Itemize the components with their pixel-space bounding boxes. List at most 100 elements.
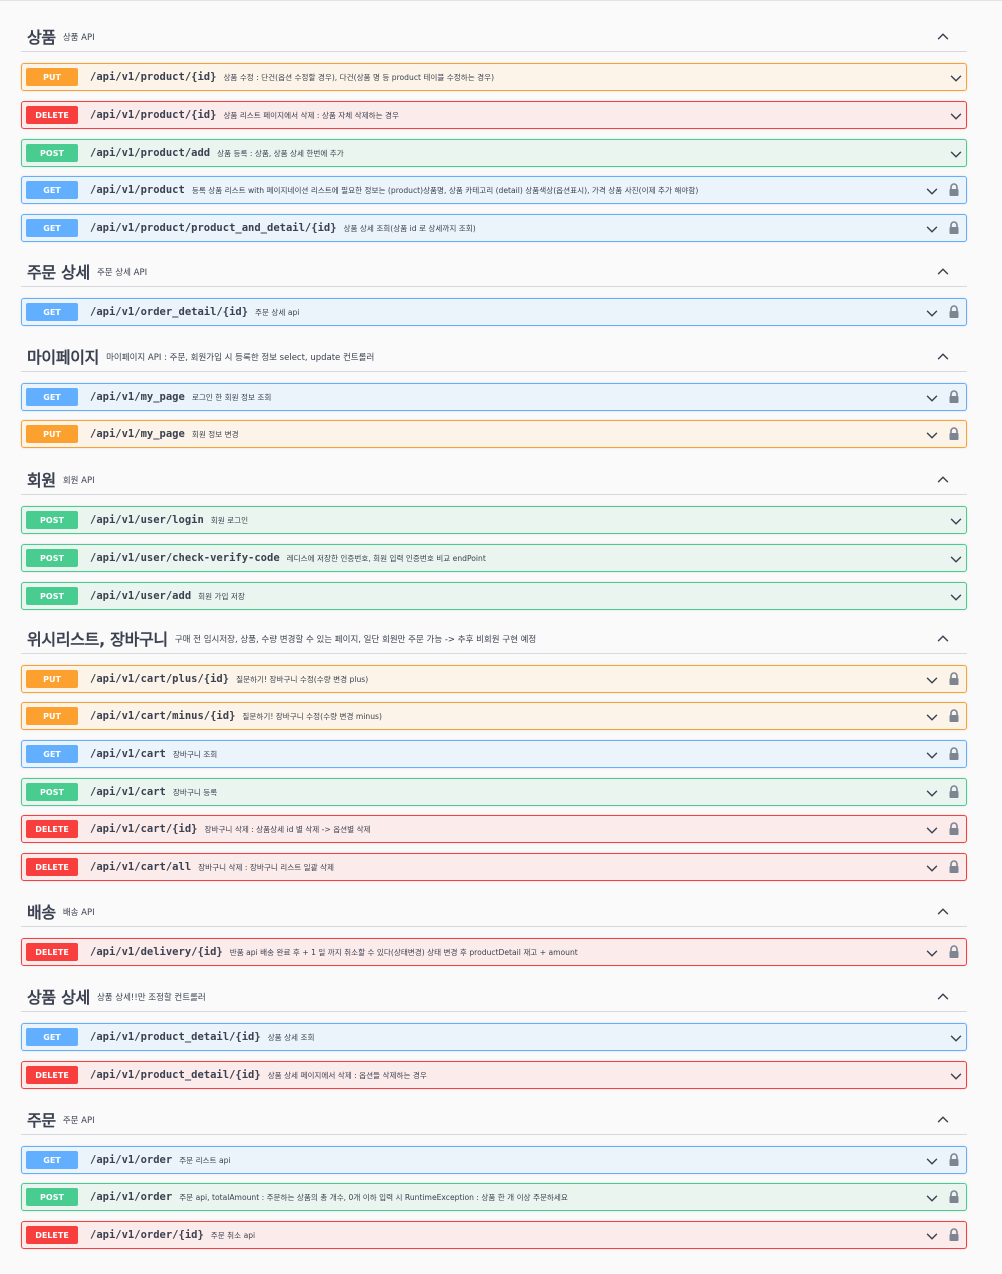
tag-header[interactable]: 상품 상세 상품 상세!!만 조정할 컨트롤러 xyxy=(21,981,967,1012)
operation-post-row[interactable]: POST/api/v1/cart 장바구니 등록 xyxy=(21,778,967,806)
operation-summary: 질문하기! 장바구니 수정(수량 변경 plus) xyxy=(236,674,369,684)
chevron-down-icon[interactable] xyxy=(949,1068,963,1082)
chevron-down-icon[interactable] xyxy=(925,427,939,441)
tag-title: 주문 xyxy=(27,1111,56,1130)
operation-put-row[interactable]: PUT/api/v1/product/{id} 상품 수정 : 단건(옵션 수정할… xyxy=(21,63,967,91)
tag-header[interactable]: 주문 상세 주문 상세 API xyxy=(21,256,967,287)
method-badge-post: POST xyxy=(26,1188,78,1206)
operation-get-row[interactable]: GET/api/v1/product/product_and_detail/{i… xyxy=(21,214,967,242)
lock-icon[interactable] xyxy=(948,746,960,760)
lock-icon[interactable] xyxy=(948,182,960,196)
operation-path: /api/v1/delivery/{id} xyxy=(90,946,223,958)
operation-path: /api/v1/cart/all xyxy=(90,861,192,873)
operation-get-row[interactable]: GET/api/v1/product_detail/{id} 상품 상세 조회 xyxy=(21,1023,967,1051)
tag-header[interactable]: 배송 배송 API xyxy=(21,896,967,927)
lock-icon[interactable] xyxy=(948,304,960,318)
chevron-down-icon[interactable] xyxy=(949,1030,963,1044)
chevron-down-icon[interactable] xyxy=(925,672,939,686)
lock-icon[interactable] xyxy=(948,220,960,234)
operation-path: /api/v1/order xyxy=(90,1191,173,1203)
method-badge-post: POST xyxy=(26,587,78,605)
chevron-down-icon[interactable] xyxy=(925,860,939,874)
chevron-up-icon[interactable] xyxy=(936,631,950,645)
chevron-down-icon[interactable] xyxy=(949,513,963,527)
operation-delete-row[interactable]: DELETE/api/v1/product/{id} 상품 리스트 페이지에서 삭… xyxy=(21,101,967,129)
tag-section-위시리스트-장바구니: 위시리스트, 장바구니 구매 전 임시저장, 상품, 수량 변경할 수 있는 페이… xyxy=(21,623,967,881)
lock-icon[interactable] xyxy=(948,1227,960,1241)
lock-icon[interactable] xyxy=(948,784,960,798)
method-badge-post: POST xyxy=(26,511,78,529)
chevron-down-icon[interactable] xyxy=(925,785,939,799)
operation-delete-row[interactable]: DELETE/api/v1/product_detail/{id} 상품 상세 페… xyxy=(21,1061,967,1089)
operation-delete-row[interactable]: DELETE/api/v1/cart/{id} 장바구니 삭제 : 상품상세 id… xyxy=(21,815,967,843)
chevron-up-icon[interactable] xyxy=(936,264,950,278)
operation-summary: 반품 api 배송 완료 후 + 1 일 까지 취소할 수 있다(상태변경) 상… xyxy=(229,947,578,957)
operation-path: /api/v1/user/check-verify-code xyxy=(90,552,280,564)
chevron-down-icon[interactable] xyxy=(925,183,939,197)
method-badge-get: GET xyxy=(26,181,78,199)
operation-put-row[interactable]: PUT/api/v1/my_page 회원 정보 변경 xyxy=(21,420,967,448)
lock-icon[interactable] xyxy=(948,859,960,873)
operation-get-row[interactable]: GET/api/v1/order 주문 리스트 api xyxy=(21,1146,967,1174)
operation-post-row[interactable]: POST/api/v1/product/add 상품 등록 : 상품, 상품 상세… xyxy=(21,139,967,167)
method-badge-get: GET xyxy=(26,388,78,406)
tag-header[interactable]: 마이페이지 마이페이지 API : 주문, 회원가입 시 등록한 정보 selec… xyxy=(21,341,967,372)
operation-delete-row[interactable]: DELETE/api/v1/delivery/{id} 반품 api 배송 완료 … xyxy=(21,938,967,966)
lock-icon[interactable] xyxy=(948,1189,960,1203)
operation-get-row[interactable]: GET/api/v1/cart 장바구니 조회 xyxy=(21,740,967,768)
chevron-down-icon[interactable] xyxy=(949,589,963,603)
lock-icon[interactable] xyxy=(948,944,960,958)
chevron-down-icon[interactable] xyxy=(949,70,963,84)
chevron-down-icon[interactable] xyxy=(925,305,939,319)
tag-description: 주문 상세 API xyxy=(96,268,148,278)
chevron-up-icon[interactable] xyxy=(936,904,950,918)
tag-header[interactable]: 위시리스트, 장바구니 구매 전 임시저장, 상품, 수량 변경할 수 있는 페이… xyxy=(21,623,967,654)
operation-put-row[interactable]: PUT/api/v1/cart/plus/{id} 질문하기! 장바구니 수정(수… xyxy=(21,665,967,693)
chevron-up-icon[interactable] xyxy=(936,989,950,1003)
chevron-up-icon[interactable] xyxy=(936,1112,950,1126)
chevron-down-icon[interactable] xyxy=(925,1190,939,1204)
operation-post-row[interactable]: POST/api/v1/user/add 회원 가입 저장 xyxy=(21,582,967,610)
operation-path: /api/v1/cart xyxy=(90,748,166,760)
tag-description: 상품 상세!!만 조정할 컨트롤러 xyxy=(96,993,206,1003)
chevron-down-icon[interactable] xyxy=(925,747,939,761)
chevron-down-icon[interactable] xyxy=(949,146,963,160)
chevron-down-icon[interactable] xyxy=(925,1153,939,1167)
tag-header[interactable]: 상품 상품 API xyxy=(21,21,967,52)
tag-header[interactable]: 주문 주문 API xyxy=(21,1104,967,1135)
lock-icon[interactable] xyxy=(948,708,960,722)
chevron-down-icon[interactable] xyxy=(925,1228,939,1242)
chevron-down-icon[interactable] xyxy=(925,221,939,235)
lock-icon[interactable] xyxy=(948,671,960,685)
lock-icon[interactable] xyxy=(948,426,960,440)
operation-post-row[interactable]: POST/api/v1/user/login 회원 로그인 xyxy=(21,506,967,534)
method-badge-post: POST xyxy=(26,783,78,801)
tag-title: 위시리스트, 장바구니 xyxy=(27,630,168,649)
lock-icon[interactable] xyxy=(948,1152,960,1166)
chevron-down-icon[interactable] xyxy=(949,108,963,122)
operation-post-row[interactable]: POST/api/v1/order 주문 api, totalAmount : 주… xyxy=(21,1183,967,1211)
chevron-down-icon[interactable] xyxy=(925,709,939,723)
chevron-down-icon[interactable] xyxy=(925,390,939,404)
operation-path: /api/v1/order xyxy=(90,1154,173,1166)
tag-header[interactable]: 회원 회원 API xyxy=(21,464,967,495)
chevron-down-icon[interactable] xyxy=(925,822,939,836)
tag-description: 주문 API xyxy=(62,1116,95,1126)
lock-icon[interactable] xyxy=(948,821,960,835)
operation-delete-row[interactable]: DELETE/api/v1/cart/all 장바구니 삭제 : 장바구니 리스트… xyxy=(21,853,967,881)
chevron-down-icon[interactable] xyxy=(949,551,963,565)
chevron-up-icon[interactable] xyxy=(936,472,950,486)
operation-get-row[interactable]: GET/api/v1/my_page 로그인 한 회원 정보 조회 xyxy=(21,383,967,411)
operation-delete-row[interactable]: DELETE/api/v1/order/{id} 주문 취소 api xyxy=(21,1221,967,1249)
chevron-up-icon[interactable] xyxy=(936,29,950,43)
operation-summary: 레디스에 저장한 인증번호, 회원 입력 인증번호 비교 endPoint xyxy=(286,553,486,563)
operation-get-row[interactable]: GET/api/v1/order_detail/{id} 주문 상세 api xyxy=(21,298,967,326)
operation-path: /api/v1/cart/{id} xyxy=(90,823,198,835)
operation-get-row[interactable]: GET/api/v1/product 등록 상품 리스트 with 페이지네이션 … xyxy=(21,176,967,204)
chevron-down-icon[interactable] xyxy=(925,945,939,959)
operation-put-row[interactable]: PUT/api/v1/cart/minus/{id} 질문하기! 장바구니 수정(… xyxy=(21,702,967,730)
operation-post-row[interactable]: POST/api/v1/user/check-verify-code 레디스에 저… xyxy=(21,544,967,572)
operation-summary: 상품 리스트 페이지에서 삭제 : 상품 자체 삭제하는 경우 xyxy=(223,110,400,120)
lock-icon[interactable] xyxy=(948,389,960,403)
chevron-up-icon[interactable] xyxy=(936,349,950,363)
